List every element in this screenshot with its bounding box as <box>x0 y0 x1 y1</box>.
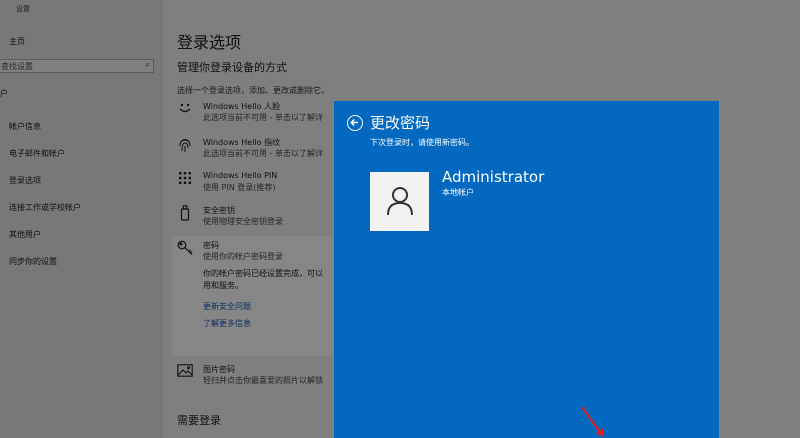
option-title: 安全密钥 <box>203 206 235 215</box>
account-type: 本地帐户 <box>442 188 474 197</box>
password-status-line2: 用和服务。 <box>203 281 243 290</box>
picture-icon <box>177 364 193 380</box>
nav-item-work-school[interactable]: 连接工作或学校帐户 <box>9 202 81 213</box>
key-icon <box>177 240 193 259</box>
nav-home[interactable]: 主页 <box>9 36 25 47</box>
fingerprint-icon <box>177 137 193 156</box>
nav-item-email-accounts[interactable]: 电子邮件和帐户 <box>9 148 65 159</box>
option-desc: 轻扫并点击你最喜爱的照片以解锁 <box>203 376 323 385</box>
dialog-subtitle: 下次登录时，请使用新密码。 <box>370 138 474 147</box>
option-title: Windows Hello 指纹 <box>203 138 281 147</box>
sign-in-hint: 选择一个登录选项，添加、更改或删除它。 <box>177 86 329 95</box>
learn-more-link[interactable]: 了解更多信息 <box>203 318 251 329</box>
option-desc: 使用 PIN 登录(推荐) <box>203 183 276 192</box>
section-title: 管理你登录设备的方式 <box>177 61 287 74</box>
app-title: 设置 <box>16 5 30 13</box>
option-desc: 此选项当前不可用 - 单击以了解详 <box>203 149 323 158</box>
pin-keypad-icon <box>177 171 193 188</box>
update-security-question-link[interactable]: 更新安全问题 <box>203 301 251 312</box>
back-arrow-icon[interactable] <box>347 115 363 131</box>
nav-item-sync-settings[interactable]: 同步你的设置 <box>9 256 57 267</box>
user-icon <box>387 187 413 216</box>
account-name: Administrator <box>442 168 545 186</box>
option-title: 图片密码 <box>203 365 235 374</box>
red-arrow-icon <box>581 406 603 437</box>
security-key-icon <box>177 205 193 224</box>
option-title: 密码 <box>203 241 219 250</box>
search-box[interactable]: 查找设置 ⌕ <box>0 59 154 73</box>
search-input[interactable]: 查找设置 <box>1 61 33 72</box>
dialog-title: 更改密码 <box>370 114 431 132</box>
password-status-line1: 你的帐户密码已经设置完成，可以 <box>203 269 323 278</box>
option-desc: 此选项当前不可用 - 单击以了解详 <box>203 113 323 122</box>
face-icon <box>177 101 193 118</box>
option-desc: 使用物理安全密钥登录 <box>203 217 283 226</box>
nav-item-sign-in-options[interactable]: 登录选项 <box>9 175 41 186</box>
search-icon: ⌕ <box>144 60 150 70</box>
settings-nav-pane: 设置 主页 查找设置 ⌕ 户 帐户信息 电子邮件和帐户 登录选项 连接工作或学校… <box>0 0 163 438</box>
option-desc: 使用你的帐户密码登录 <box>203 252 283 261</box>
nav-item-account-info[interactable]: 帐户信息 <box>9 121 41 132</box>
nav-section-accounts: 户 <box>0 89 8 98</box>
require-sign-in-title: 需要登录 <box>177 414 221 427</box>
page-title: 登录选项 <box>177 33 242 52</box>
option-title: Windows Hello PIN <box>203 171 278 180</box>
change-password-dialog: 更改密码 下次登录时，请使用新密码。 Administrator 本地帐户 <box>334 101 719 438</box>
avatar <box>370 172 429 231</box>
nav-item-other-users[interactable]: 其他用户 <box>9 229 41 240</box>
option-title: Windows Hello 人脸 <box>203 102 281 111</box>
